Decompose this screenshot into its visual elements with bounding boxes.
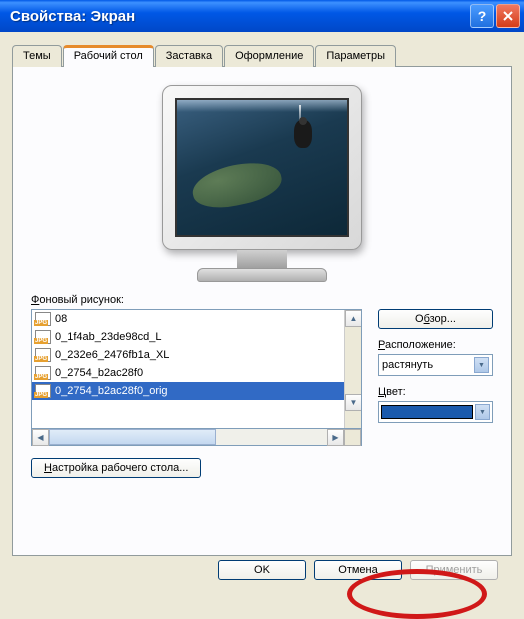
titlebar: Свойства: Экран ? bbox=[0, 0, 524, 32]
jpg-icon bbox=[35, 366, 51, 380]
list-item[interactable]: 0_232e6_2476fb1a_XL bbox=[32, 346, 344, 364]
tab-panel-desktop: Фоновый рисунок: 08 0_1f4ab_23de98cd_L 0… bbox=[12, 66, 512, 556]
position-value: растянуть bbox=[382, 359, 433, 371]
color-select[interactable]: ▼ bbox=[378, 401, 493, 423]
jpg-icon bbox=[35, 312, 51, 326]
list-item[interactable]: 0_2754_b2ac28f0_orig bbox=[32, 382, 344, 400]
scroll-left-icon[interactable]: ◀ bbox=[32, 429, 49, 446]
wallpaper-preview bbox=[175, 98, 349, 237]
tab-strip: Темы Рабочий стол Заставка Оформление Па… bbox=[12, 44, 512, 66]
ok-button[interactable]: OK bbox=[218, 560, 306, 580]
cancel-button[interactable]: Отмена bbox=[314, 560, 402, 580]
vertical-scrollbar[interactable]: ▲ ▼ bbox=[344, 310, 361, 428]
tab-screensaver[interactable]: Заставка bbox=[155, 45, 223, 67]
horizontal-scrollbar[interactable]: ◀ ▶ bbox=[31, 429, 362, 446]
scroll-down-icon[interactable]: ▼ bbox=[345, 394, 362, 411]
close-button[interactable] bbox=[496, 4, 520, 28]
tab-settings[interactable]: Параметры bbox=[315, 45, 396, 67]
scroll-right-icon[interactable]: ▶ bbox=[327, 429, 344, 446]
list-item[interactable]: 08 bbox=[32, 310, 344, 328]
scroll-thumb[interactable] bbox=[49, 429, 216, 445]
background-list-label: Фоновый рисунок: bbox=[31, 294, 493, 306]
jpg-icon bbox=[35, 348, 51, 362]
jpg-icon bbox=[35, 384, 51, 398]
chevron-down-icon: ▼ bbox=[475, 404, 490, 420]
tab-appearance[interactable]: Оформление bbox=[224, 45, 314, 67]
color-swatch bbox=[381, 405, 473, 419]
position-select[interactable]: растянуть ▼ bbox=[378, 354, 493, 376]
customize-desktop-button[interactable]: Настройка рабочего стола... bbox=[31, 458, 201, 478]
tab-desktop[interactable]: Рабочий стол bbox=[63, 45, 154, 67]
chevron-down-icon: ▼ bbox=[474, 357, 489, 373]
window-title: Свойства: Экран bbox=[10, 8, 468, 25]
close-icon bbox=[503, 11, 513, 21]
list-item[interactable]: 0_2754_b2ac28f0 bbox=[32, 364, 344, 382]
monitor-preview bbox=[162, 85, 362, 282]
color-label: Цвет: bbox=[378, 386, 493, 398]
position-label: Расположение: bbox=[378, 339, 493, 351]
help-button[interactable]: ? bbox=[470, 4, 494, 28]
apply-button[interactable]: Применить bbox=[410, 560, 498, 580]
list-item[interactable]: 0_1f4ab_23de98cd_L bbox=[32, 328, 344, 346]
background-file-list[interactable]: 08 0_1f4ab_23de98cd_L 0_232e6_2476fb1a_X… bbox=[31, 309, 362, 429]
tab-themes[interactable]: Темы bbox=[12, 45, 62, 67]
jpg-icon bbox=[35, 330, 51, 344]
browse-button[interactable]: Обзор... bbox=[378, 309, 493, 329]
scroll-up-icon[interactable]: ▲ bbox=[345, 310, 362, 327]
